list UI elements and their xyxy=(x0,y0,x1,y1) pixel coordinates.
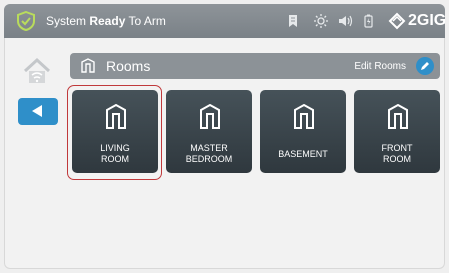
shield-check-icon[interactable] xyxy=(16,11,36,31)
room-label: BASEMENT xyxy=(260,149,346,160)
back-button[interactable] xyxy=(18,98,58,125)
room-label-line1: LIVING xyxy=(100,143,130,153)
room-label: MASTER BEDROOM xyxy=(166,143,252,165)
edit-pencil-icon xyxy=(421,62,429,70)
home-wifi-icon[interactable] xyxy=(22,56,52,86)
room-tile-master-bedroom[interactable]: MASTER BEDROOM xyxy=(166,90,252,173)
room-label: FRONT ROOM xyxy=(354,143,440,165)
room-label-line2: BEDROOM xyxy=(185,154,233,164)
room-icon xyxy=(106,104,126,129)
system-status-text[interactable]: System Ready To Arm xyxy=(46,14,166,28)
brightness-icon[interactable] xyxy=(314,14,328,28)
room-tile-front-room[interactable]: FRONT ROOM xyxy=(354,90,440,173)
status-prefix: System xyxy=(46,14,90,28)
room-icon xyxy=(200,104,220,129)
room-label-line2: ROOM xyxy=(101,154,129,164)
edit-rooms-button[interactable] xyxy=(416,57,434,75)
brand-name: 2GIG xyxy=(408,12,445,29)
edit-rooms-label[interactable]: Edit Rooms xyxy=(354,61,406,72)
room-tile-living-room[interactable]: LIVING ROOM xyxy=(72,90,158,173)
room-label: LIVING ROOM xyxy=(72,143,158,165)
volume-icon[interactable] xyxy=(338,14,354,28)
status-bar: System Ready To Arm 2GIG xyxy=(4,4,445,38)
room-label-line2: ROOM xyxy=(383,154,411,164)
status-bold: Ready xyxy=(89,14,126,28)
room-label-line1: MASTER xyxy=(190,143,228,153)
room-icon xyxy=(388,104,408,129)
panel-screen: System Ready To Arm 2GIG Rooms Edit Room… xyxy=(4,4,445,269)
room-label-line1: FRONT xyxy=(381,143,413,153)
battery-icon[interactable] xyxy=(364,14,373,28)
status-suffix: To Arm xyxy=(125,14,166,28)
room-tile-basement[interactable]: BASEMENT xyxy=(260,90,346,173)
back-arrow-icon xyxy=(32,105,42,117)
page-title: Rooms xyxy=(106,58,151,74)
2gig-logo-icon xyxy=(388,12,406,30)
room-icon xyxy=(81,58,95,73)
room-icon xyxy=(294,104,314,129)
room-label-line1: BASEMENT xyxy=(278,149,328,159)
bookmark-icon[interactable] xyxy=(288,14,298,28)
rooms-header: Rooms Edit Rooms xyxy=(70,53,440,79)
